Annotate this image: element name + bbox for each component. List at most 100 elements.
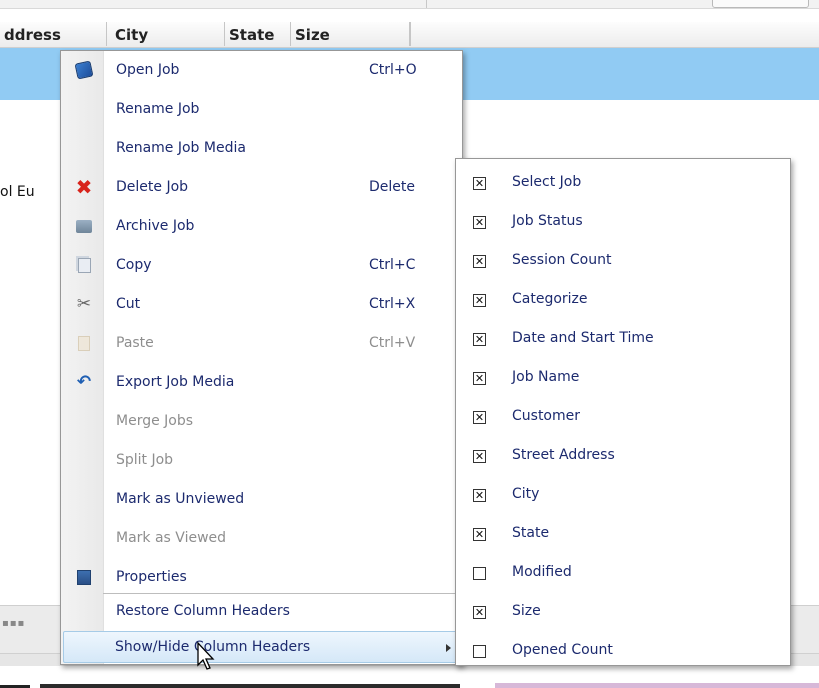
checkbox-checked-icon[interactable]: ✕ <box>473 489 486 502</box>
submenu-arrow-icon <box>446 644 451 652</box>
horizontal-scroll-thumb[interactable] <box>712 0 809 8</box>
menu-item-label: Cut <box>116 296 141 312</box>
menu-item-shortcut: Ctrl+C <box>369 257 416 273</box>
menu-item-split-job[interactable]: Split Job <box>61 441 462 480</box>
menu-item-label: Rename Job <box>116 101 200 117</box>
submenu-item-label: Job Status <box>512 213 583 229</box>
submenu-item-session-count[interactable]: ✕ Session Count <box>456 241 790 280</box>
menu-item-rename-job[interactable]: Rename Job <box>61 90 462 129</box>
submenu-item-label: Opened Count <box>512 642 613 658</box>
menu-item-paste[interactable]: Paste Ctrl+V <box>61 324 462 363</box>
checkbox-checked-icon[interactable]: ✕ <box>473 333 486 346</box>
submenu-item-label: Job Name <box>512 369 580 385</box>
menu-item-shortcut: Delete <box>369 179 415 195</box>
menu-item-label: Open Job <box>116 62 180 78</box>
checkbox-checked-icon[interactable]: ✕ <box>473 411 486 424</box>
column-headers-submenu: ✕ Select Job ✕ Job Status ✕ Session Coun… <box>455 158 791 666</box>
submenu-item-label: Date and Start Time <box>512 330 654 346</box>
submenu-item-label: Session Count <box>512 252 612 268</box>
submenu-item-street-address[interactable]: ✕ Street Address <box>456 436 790 475</box>
checkbox-checked-icon[interactable]: ✕ <box>473 255 486 268</box>
grid-header: ddress City State Size <box>0 22 819 48</box>
submenu-item-label: Select Job <box>512 174 582 190</box>
checkbox-checked-icon[interactable]: ✕ <box>473 528 486 541</box>
submenu-item-label: Modified <box>512 564 572 580</box>
menu-item-cut[interactable]: ✂ Cut Ctrl+X <box>61 285 462 324</box>
menu-item-label: Restore Column Headers <box>116 603 290 619</box>
submenu-item-size[interactable]: ✕ Size <box>456 592 790 631</box>
menu-item-label: Properties <box>116 569 187 585</box>
checkbox-checked-icon[interactable]: ✕ <box>473 216 486 229</box>
menu-item-label: Rename Job Media <box>116 140 246 156</box>
menu-item-open-job[interactable]: Open Job Ctrl+O <box>61 51 462 90</box>
menu-item-label: Export Job Media <box>116 374 235 390</box>
top-divider <box>426 0 427 8</box>
submenu-item-label: Street Address <box>512 447 615 463</box>
menu-item-label: Split Job <box>116 452 174 468</box>
submenu-item-modified[interactable]: Modified <box>456 553 790 592</box>
menu-item-shortcut: Ctrl+O <box>369 62 417 78</box>
submenu-item-label: State <box>512 525 550 541</box>
checkbox-checked-icon[interactable]: ✕ <box>473 372 486 385</box>
job-context-menu: Open Job Ctrl+O Rename Job Rename Job Me… <box>60 50 463 665</box>
archive-icon <box>75 217 93 235</box>
checkbox-checked-icon[interactable]: ✕ <box>473 177 486 190</box>
menu-item-label: Delete Job <box>116 179 189 195</box>
menu-item-label: Copy <box>116 257 152 273</box>
menu-item-merge-jobs[interactable]: Merge Jobs <box>61 402 462 441</box>
checkbox-checked-icon[interactable]: ✕ <box>473 450 486 463</box>
submenu-item-select-job[interactable]: ✕ Select Job <box>456 163 790 202</box>
menu-item-shortcut: Ctrl+X <box>369 296 416 312</box>
menu-item-mark-viewed[interactable]: Mark as Viewed <box>61 519 462 558</box>
submenu-item-label: Categorize <box>512 291 588 307</box>
column-header-address[interactable]: ddress <box>0 22 107 46</box>
submenu-item-state[interactable]: ✕ State <box>456 514 790 553</box>
scissors-icon: ✂ <box>76 294 92 314</box>
menu-item-copy[interactable]: Copy Ctrl+C <box>61 246 462 285</box>
submenu-item-city[interactable]: ✕ City <box>456 475 790 514</box>
open-job-icon <box>74 60 94 80</box>
submenu-item-opened-count[interactable]: Opened Count <box>456 631 790 670</box>
menu-item-mark-unviewed[interactable]: Mark as Unviewed <box>61 480 462 519</box>
submenu-item-label: City <box>512 486 540 502</box>
menu-item-export-job-media[interactable]: ↶ Export Job Media <box>61 363 462 402</box>
menu-item-archive-job[interactable]: Archive Job <box>61 207 462 246</box>
checkbox-checked-icon[interactable]: ✕ <box>473 294 486 307</box>
copy-icon <box>75 256 93 274</box>
submenu-item-label: Customer <box>512 408 581 424</box>
thumbnail-3[interactable] <box>495 683 819 688</box>
splitter-grip[interactable]: ▪▪▪ <box>2 618 25 629</box>
menu-item-label: Paste <box>116 335 154 351</box>
column-header-state[interactable]: State <box>225 22 291 46</box>
application-window: ddress City State Size ol Eu ▪▪▪ Open Jo… <box>0 0 819 688</box>
submenu-item-date-start-time[interactable]: ✕ Date and Start Time <box>456 319 790 358</box>
submenu-item-job-status[interactable]: ✕ Job Status <box>456 202 790 241</box>
menu-item-shortcut: Ctrl+V <box>369 335 416 351</box>
properties-icon <box>75 568 93 586</box>
menu-item-label: Merge Jobs <box>116 413 194 429</box>
paste-icon <box>75 334 93 352</box>
column-header-size[interactable]: Size <box>291 22 410 46</box>
submenu-item-customer[interactable]: ✕ Customer <box>456 397 790 436</box>
column-header-filler <box>410 22 819 46</box>
checkbox-checked-icon[interactable]: ✕ <box>473 606 486 619</box>
export-arrow-icon: ↶ <box>76 372 92 392</box>
thumbnail-2[interactable] <box>40 684 460 688</box>
column-header-city[interactable]: City <box>111 22 225 46</box>
menu-item-restore-column-headers[interactable]: Restore Column Headers <box>61 592 462 631</box>
menu-item-label: Mark as Viewed <box>116 530 227 546</box>
menu-item-show-hide-column-headers[interactable]: Show/Hide Column Headers <box>63 631 460 663</box>
grid-cell-text[interactable]: ol Eu <box>0 184 35 200</box>
menu-item-label: Mark as Unviewed <box>116 491 245 507</box>
top-scroll-strip <box>0 0 819 9</box>
submenu-item-categorize[interactable]: ✕ Categorize <box>456 280 790 319</box>
mouse-pointer-icon <box>197 641 215 670</box>
menu-item-label: Archive Job <box>116 218 195 234</box>
delete-x-icon: ✖ <box>75 175 93 199</box>
menu-item-rename-job-media[interactable]: Rename Job Media <box>61 129 462 168</box>
checkbox-unchecked-icon[interactable] <box>473 645 486 658</box>
checkbox-unchecked-icon[interactable] <box>473 567 486 580</box>
submenu-item-label: Size <box>512 603 541 619</box>
menu-item-delete-job[interactable]: ✖ Delete Job Delete <box>61 168 462 207</box>
submenu-item-job-name[interactable]: ✕ Job Name <box>456 358 790 397</box>
